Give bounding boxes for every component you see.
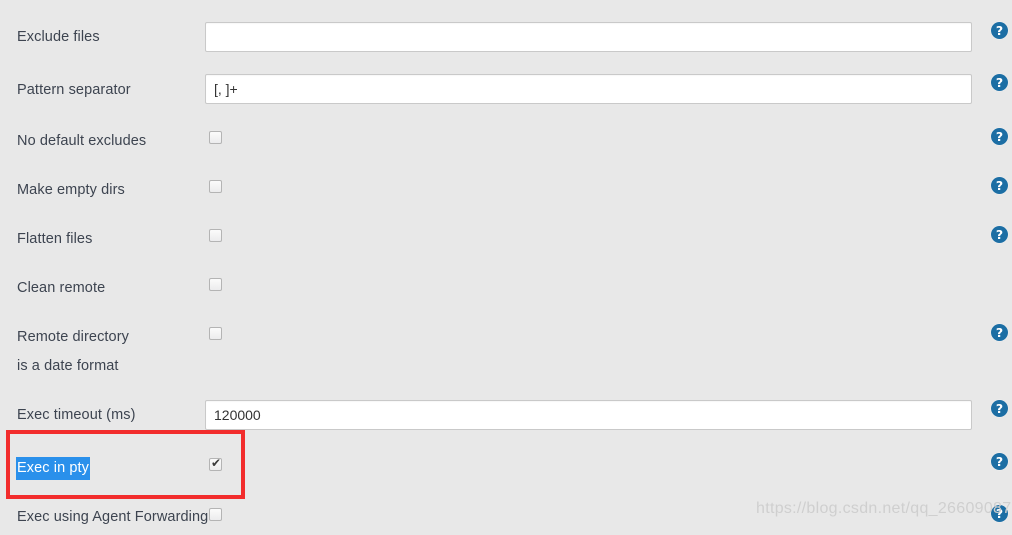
row-label: Pattern separator — [17, 82, 131, 98]
help-icon[interactable]: ? — [991, 177, 1008, 194]
help-icon[interactable]: ? — [991, 22, 1008, 39]
help-icon[interactable]: ? — [991, 400, 1008, 417]
help-icon[interactable]: ? — [991, 74, 1008, 91]
checkmark-icon: ✔ — [211, 456, 222, 470]
row-label: Exec timeout (ms) — [17, 407, 136, 423]
help-icon[interactable]: ? — [991, 324, 1008, 341]
text-input[interactable] — [205, 22, 972, 52]
settings-form: Exclude files? Pattern separator? No defau… — [0, 0, 1012, 535]
text-input[interactable] — [205, 74, 972, 104]
row-label: Exec using Agent Forwarding — [17, 509, 209, 525]
row-label: Flatten files — [17, 231, 93, 247]
checkbox-unchecked[interactable] — [209, 180, 222, 193]
row-label: Remote directory — [17, 329, 129, 345]
checkbox-unchecked[interactable] — [209, 508, 222, 521]
checkbox-unchecked[interactable] — [209, 327, 222, 340]
checkbox-unchecked[interactable] — [209, 229, 222, 242]
checkbox-checked[interactable]: ✔ — [209, 456, 222, 471]
watermark-text: https://blog.csdn.net/qq_26609087 — [756, 500, 1012, 517]
help-icon[interactable]: ? — [991, 226, 1008, 243]
checkbox-unchecked[interactable] — [209, 131, 222, 144]
checkbox-unchecked[interactable] — [209, 278, 222, 291]
row-label: Exec in pty — [16, 457, 91, 480]
row-label-line2: is a date format — [17, 358, 119, 374]
text-input[interactable] — [205, 400, 972, 430]
row-label: Make empty dirs — [17, 182, 125, 198]
row-label: No default excludes — [17, 133, 147, 149]
row-label: Clean remote — [17, 280, 106, 296]
help-icon[interactable]: ? — [991, 128, 1008, 145]
help-icon[interactable]: ? — [991, 453, 1008, 470]
row-label: Exclude files — [17, 29, 100, 45]
